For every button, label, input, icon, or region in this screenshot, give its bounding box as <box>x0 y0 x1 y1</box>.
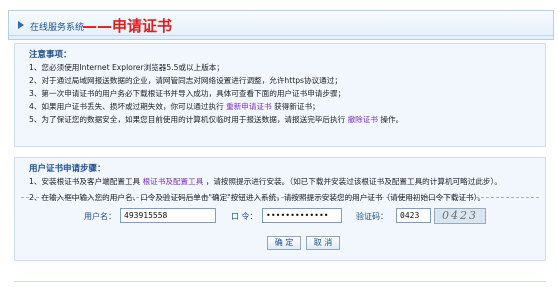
revoke-certificate-link[interactable]: 撤除证书 <box>348 115 378 124</box>
notice-item-4: 4、如果用户证书丢失、损坏或过期失效，你可以通过执行 重新申请证书 获得新证书； <box>29 101 320 112</box>
captcha-image[interactable]: 0423 <box>434 208 486 224</box>
notice-item-2: 2、对于通过局域网报送数据的企业，请网管同志对网络设置进行调整，允许https协… <box>29 76 342 85</box>
notice-item-3: 3、第一次申请证书的用户务必下载根证书并导入成功，具体可查看下面的用户证书申请步… <box>29 89 346 98</box>
notice-item-5: 5、为了保证您的数据安全，如果您目前使用的计算机仅临时用于报送数据，请报送完毕后… <box>29 114 403 125</box>
footer-divider <box>14 281 546 282</box>
system-label: 在线服务系统 <box>30 23 85 33</box>
page-header: 在线服务系统 ——申请证书 <box>8 10 554 40</box>
notice-item-5-suffix: 操作。 <box>380 115 404 124</box>
captcha-label: 验证码： <box>356 212 388 221</box>
arrow-icon <box>18 21 24 29</box>
cancel-button[interactable]: 取 消 <box>306 236 340 250</box>
steps-title: 用户证书申请步骤： <box>29 164 106 174</box>
notice-item-5-prefix: 5、为了保证您的数据安全，如果您目前使用的计算机仅临时用于报送数据，请报送完毕后… <box>29 115 346 124</box>
root-certificate-link[interactable]: 根证书及配置工具 <box>143 177 204 186</box>
password-label: 口 令： <box>231 212 258 221</box>
step-1-suffix: ，请按照提示进行安装。（如已下载并安装过该根证书及配置工具的计算机可略过此步）。 <box>205 177 502 186</box>
username-input[interactable] <box>120 208 216 223</box>
notice-item-1: 1、您必须使用Internet Explorer浏览器5.5或以上版本； <box>29 63 224 72</box>
username-label: 用户名： <box>84 212 116 221</box>
notice-item-4-prefix: 4、如果用户证书丢失、损坏或过期失效，你可以通过执行 <box>29 102 224 111</box>
page-title: ——申请证书 <box>82 17 173 35</box>
password-input[interactable] <box>262 208 342 223</box>
reapply-certificate-link[interactable]: 重新申请证书 <box>226 102 272 111</box>
captcha-input[interactable] <box>396 208 431 223</box>
notice-item-4-suffix: 获得新证书； <box>274 102 320 111</box>
header-divider <box>9 35 553 36</box>
step-1-prefix: 1、安装根证书及客户端配置工具 <box>29 177 141 186</box>
step-1: 1、安装根证书及客户端配置工具 根证书及配置工具 ，请按照提示进行安装。（如已下… <box>29 176 502 187</box>
ok-button[interactable]: 确 定 <box>267 236 301 250</box>
step-2: 2、在输入框中输入您的用户名、口令及验证码后单击"确定"按钮进入系统，请按照提示… <box>29 193 486 202</box>
notices-panel: 注意事项： 1、您必须使用Internet Explorer浏览器5.5或以上版… <box>14 43 546 147</box>
notices-title: 注意事项： <box>29 50 72 60</box>
